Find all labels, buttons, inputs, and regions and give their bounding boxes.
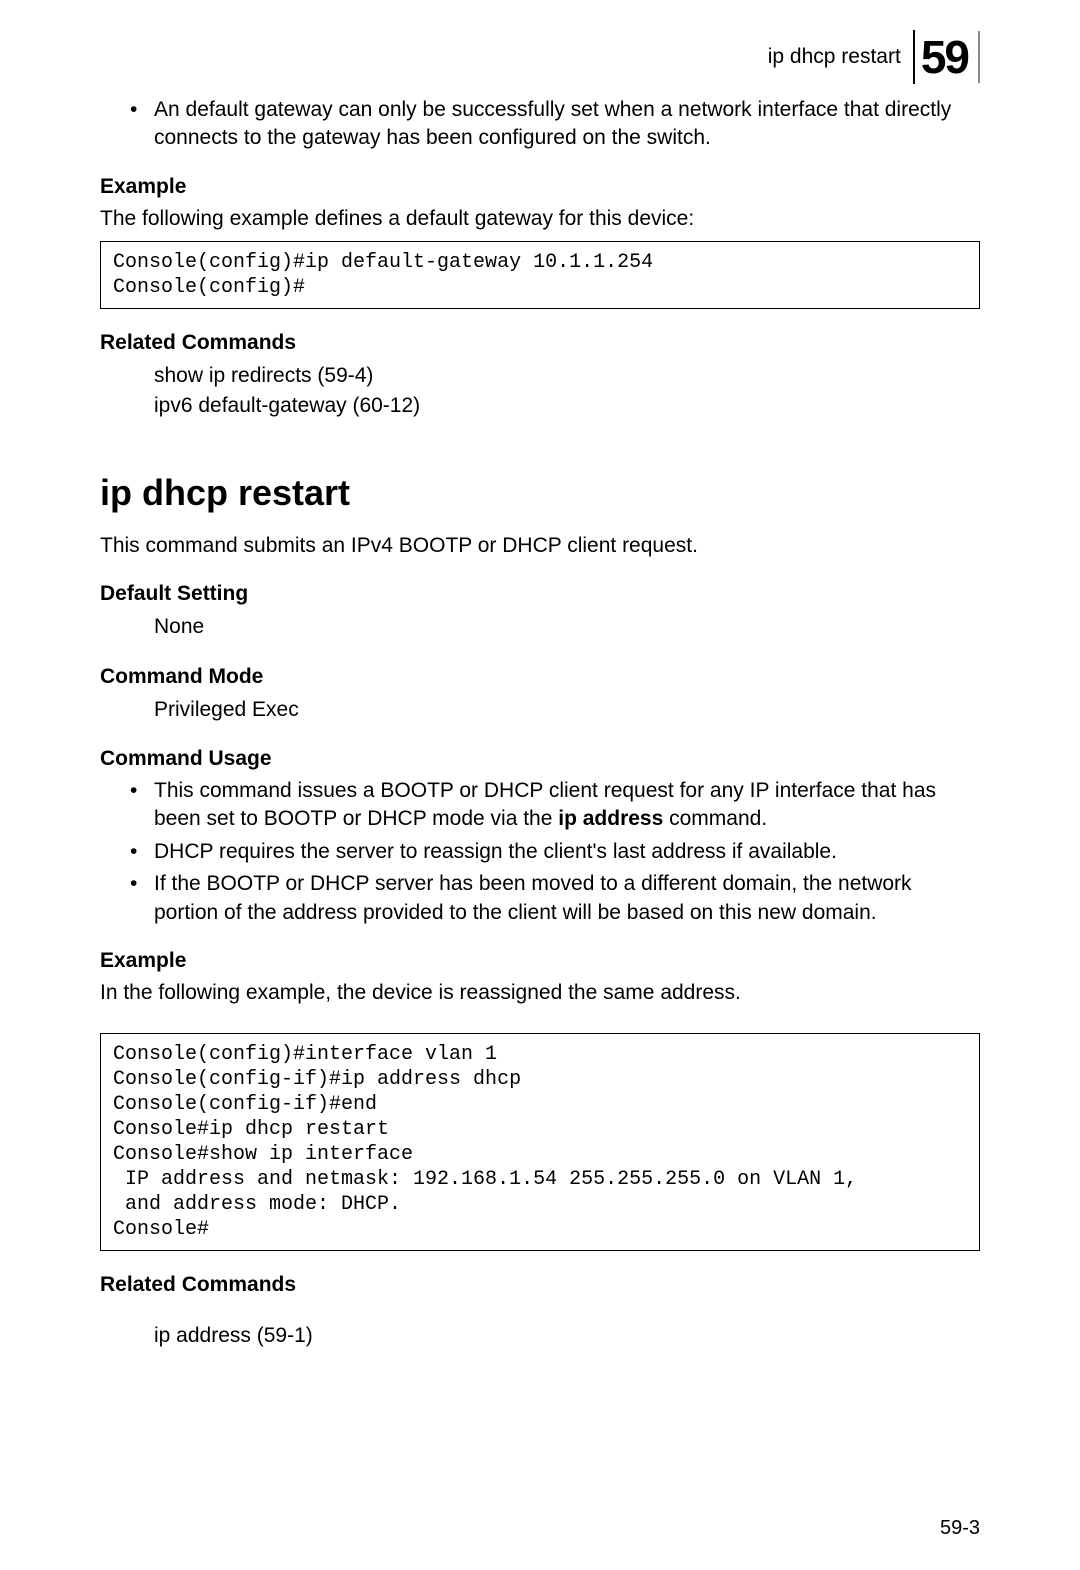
command-usage-heading: Command Usage [100,747,980,771]
example-heading: Example [100,175,980,199]
chapter-number: 59 [915,31,980,83]
usage-bold-term: ip address [558,807,663,830]
command-description: This command submits an IPv4 BOOTP or DH… [100,532,980,560]
usage-text-prefix: This command issues a BOOTP or DHCP clie… [154,779,936,830]
usage-text-suffix: command. [663,807,767,830]
related-command-item: show ip redirects (59-4) [154,361,980,391]
example-lead: In the following example, the device is … [100,979,980,1007]
page-header: ip dhcp restart 59 [100,30,980,84]
list-item: If the BOOTP or DHCP server has been mov… [154,870,980,927]
related-command-item: ip address (59-1) [154,1321,980,1351]
command-mode-heading: Command Mode [100,665,980,689]
example-lead: The following example defines a default … [100,205,980,233]
list-item: An default gateway can only be successfu… [154,96,980,153]
related-commands-heading: Related Commands [100,331,980,355]
list-item: This command issues a BOOTP or DHCP clie… [154,777,980,834]
command-title: ip dhcp restart [100,472,980,514]
intro-bullet-list: An default gateway can only be successfu… [100,96,980,153]
example-heading: Example [100,949,980,973]
command-mode-value: Privileged Exec [100,695,980,725]
related-command-item: ipv6 default-gateway (60-12) [154,391,980,421]
related-commands-list: show ip redirects (59-4) ipv6 default-ga… [100,361,980,422]
related-commands-heading: Related Commands [100,1273,980,1297]
default-setting-value: None [100,612,980,642]
chapter-badge: 59 [913,30,980,84]
list-item: DHCP requires the server to reassign the… [154,838,980,866]
code-block: Console(config)#ip default-gateway 10.1.… [100,241,980,309]
page: ip dhcp restart 59 An default gateway ca… [0,0,1080,1570]
page-number: 59-3 [940,1517,980,1540]
related-commands-list: ip address (59-1) [100,1321,980,1351]
default-setting-heading: Default Setting [100,582,980,606]
running-title: ip dhcp restart [768,45,901,69]
command-usage-list: This command issues a BOOTP or DHCP clie… [100,777,980,927]
code-block: Console(config)#interface vlan 1 Console… [100,1033,980,1251]
